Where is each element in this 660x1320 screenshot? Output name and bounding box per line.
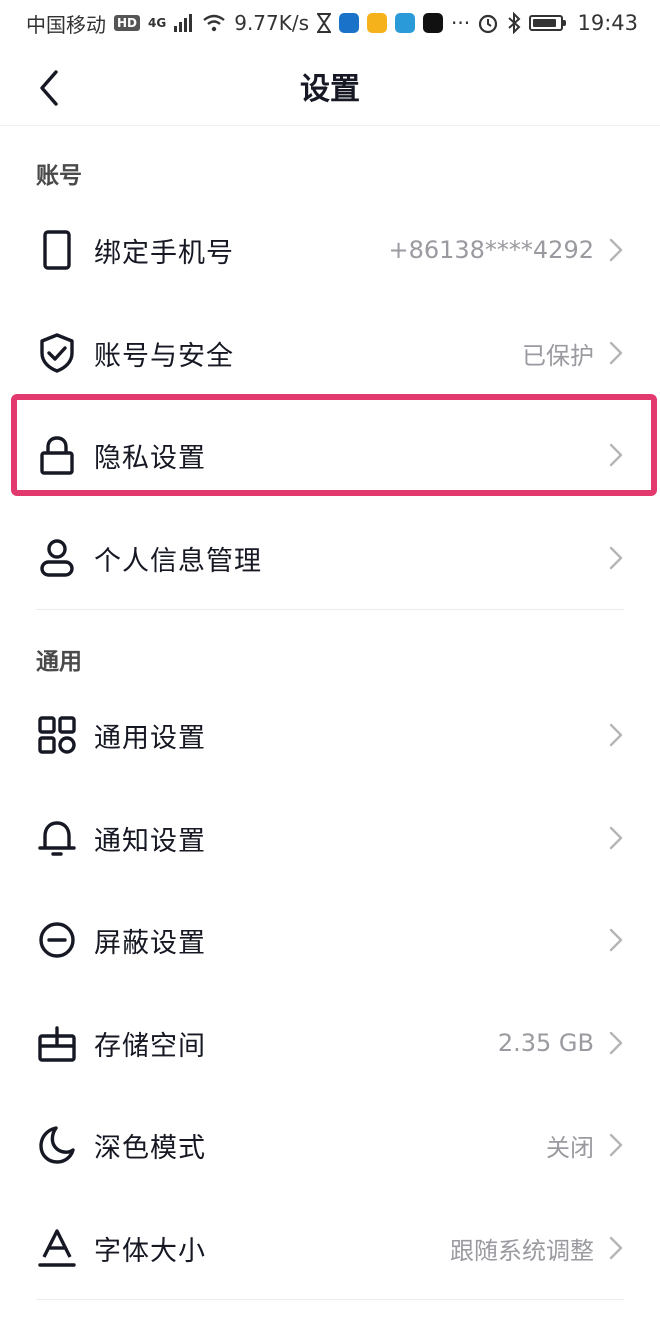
chevron-right-icon [609,1031,623,1055]
clock-time: 19:43 [577,11,638,35]
font-icon [38,1229,76,1267]
person-icon [40,539,74,577]
chevron-right-icon [609,238,623,262]
app-cloud-icon [395,13,416,33]
settings-row-personal-info[interactable]: 个人信息管理 [0,507,660,609]
settings-row-general[interactable]: 通用设置 [0,684,660,786]
alarm-icon [479,14,498,34]
settings-row-storage[interactable]: 存储空间 2.35 GB [0,992,660,1094]
chevron-right-icon [609,341,623,365]
shield-check-icon [40,333,74,373]
settings-row-label: 字体大小 [94,1235,206,1267]
settings-row-account-security[interactable]: 账号与安全 已保护 [0,302,660,404]
settings-row-block[interactable]: 屏蔽设置 [0,889,660,991]
settings-row-font-size[interactable]: 字体大小 跟随系统调整 [0,1197,660,1299]
chevron-right-icon [609,443,623,467]
settings-row-label: 存储空间 [94,1030,206,1062]
storage-icon [38,1026,76,1062]
page-title: 设置 [300,72,360,107]
settings-row-dark-mode[interactable]: 深色模式 关闭 [0,1094,660,1196]
settings-row-bind-phone[interactable]: 绑定手机号 +86138****4292 [0,199,660,301]
settings-row-label: 通用设置 [94,722,206,754]
section-title-general: 通用 [36,649,82,675]
nav-bar: 设置 [0,46,660,126]
chevron-right-icon [609,826,623,850]
wifi-icon [203,14,225,32]
settings-row-privacy[interactable]: 隐私设置 [0,404,660,506]
settings-row-label: 屏蔽设置 [94,927,206,959]
network-speed: 9.77K/s [234,11,310,35]
network-type: 4G [148,16,167,30]
settings-row-value: 关闭 [546,1133,594,1162]
app-folder-icon [367,13,388,33]
hourglass-icon [317,13,332,33]
hd-badge: HD [114,15,141,31]
settings-row-notifications[interactable]: 通知设置 [0,787,660,889]
settings-row-label: 深色模式 [94,1132,206,1164]
settings-row-label: 个人信息管理 [94,545,262,577]
settings-row-label: 隐私设置 [94,442,206,474]
section-divider [36,609,624,610]
lock-icon [40,436,74,475]
chevron-right-icon [609,723,623,747]
settings-row-label: 绑定手机号 [94,237,234,269]
chevron-right-icon [609,1236,623,1260]
back-button[interactable] [28,66,72,110]
block-icon [39,922,75,958]
battery-icon [529,15,567,31]
status-bar-left: 中国移动 HD 4G 9.77K/s ··· [26,9,470,38]
status-bar: 中国移动 HD 4G 9.77K/s ··· 19:43 [0,0,660,46]
moon-icon [39,1126,75,1164]
bluetooth-icon [508,12,521,34]
settings-row-value: 跟随系统调整 [450,1236,594,1265]
more-notifications: ··· [451,11,471,35]
bell-icon [38,821,76,856]
section-divider [36,1299,624,1300]
carrier-label: 中国移动 [26,12,106,37]
settings-row-label: 通知设置 [94,825,206,857]
chevron-right-icon [609,546,623,570]
chevron-right-icon [609,1133,623,1157]
app-shield-icon [339,13,360,33]
settings-row-value: 已保护 [522,341,594,370]
settings-row-value: +86138****4292 [388,236,594,264]
signal-icon [174,14,193,32]
status-bar-right: 19:43 [477,11,638,35]
chevron-right-icon [609,928,623,952]
settings-row-value: 2.35 GB [497,1029,594,1057]
phone-icon [43,230,71,270]
app-capcut-icon [423,13,444,33]
grid-icon [38,716,76,754]
settings-row-label: 账号与安全 [94,340,234,372]
section-title-account: 账号 [36,163,82,189]
